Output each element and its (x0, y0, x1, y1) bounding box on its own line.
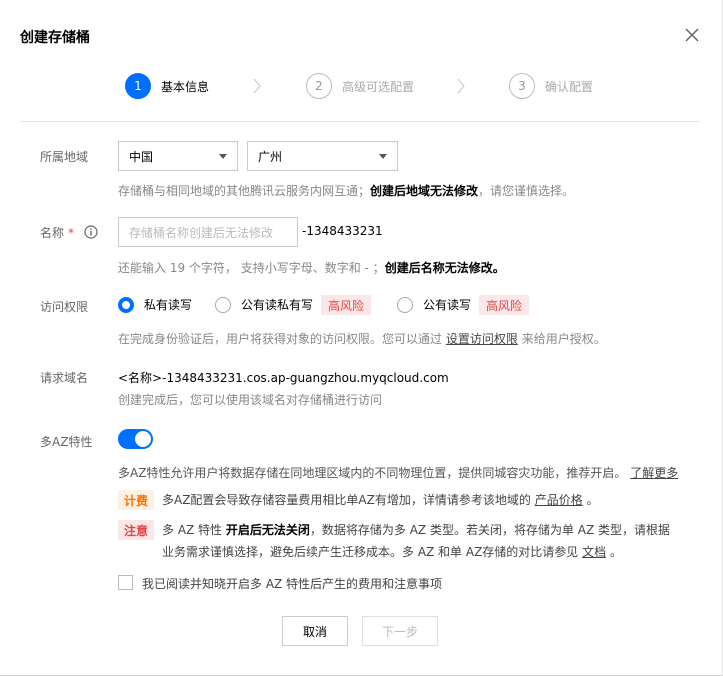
multi-az-toggle[interactable] (118, 429, 153, 449)
step-label: 高级可选配置 (342, 79, 415, 94)
high-risk-tag: 高风险 (479, 295, 530, 315)
note-text-line2: 业务需求谨慎选择，避免后续产生迁移成本。多 AZ 和单 AZ存储的对比请参见 文… (162, 545, 622, 559)
name-hint: 还能输入 19 个字符， 支持小写字母、数字和 - ；创建后名称无法修改。 (118, 261, 505, 275)
country-select[interactable]: 中国 (118, 141, 238, 171)
step-label: 基本信息 (161, 79, 210, 94)
country-value: 中国 (129, 149, 154, 164)
radio-dot (397, 296, 413, 313)
region-label: 所属地域 (40, 150, 89, 164)
next-button[interactable]: 下一步 (362, 616, 438, 646)
create-bucket-dialog: 创建存储桶 1 基本信息 2 高级可选配置 3 确认配置 所属地域 中国 广州 … (0, 0, 723, 676)
step-advanced: 2 高级可选配置 (306, 72, 414, 100)
caret-down-icon (379, 154, 387, 159)
learn-more-link[interactable]: 了解更多 (630, 466, 678, 480)
domain-hint: 创建完成后，您可以使用该域名对存储桶进行访问 (118, 393, 383, 407)
name-label: 名称 * (40, 224, 98, 242)
agree-label: 我已阅读并知晓开启多 AZ 特性后产生的费用和注意事项 (142, 577, 443, 591)
radio-label: 公有读写 (423, 298, 472, 312)
step-confirm: 3 确认配置 (509, 72, 593, 100)
step-label: 确认配置 (545, 79, 594, 94)
radio-public-read[interactable]: 公有读私有写 (215, 296, 313, 313)
step-number: 1 (125, 73, 151, 99)
step-number: 3 (509, 73, 535, 99)
set-access-link[interactable]: 设置访问权限 (446, 332, 518, 346)
fee-badge: 计费 (118, 490, 155, 510)
pricing-link[interactable]: 产品价格 (535, 493, 583, 507)
radio-label: 私有读写 (144, 298, 193, 312)
radio-label: 公有读私有写 (241, 298, 314, 312)
radio-dot (215, 296, 231, 313)
radio-public-read-write[interactable]: 公有读写 (397, 296, 471, 313)
city-select[interactable]: 广州 (247, 141, 398, 171)
chevron-right-icon (457, 78, 465, 94)
radio-dot (118, 296, 134, 313)
step-number: 2 (306, 73, 332, 99)
toggle-knob (135, 431, 151, 447)
divider (20, 121, 700, 122)
agree-checkbox[interactable] (118, 575, 133, 590)
domain-label: 请求域名 (40, 371, 89, 385)
caret-down-icon (219, 154, 227, 159)
stepper: 1 基本信息 2 高级可选配置 3 确认配置 (0, 72, 723, 102)
step-basic-info: 1 基本信息 (125, 72, 209, 100)
note-text-line1: 多 AZ 特性 开启后无法关闭，数据将存储为多 AZ 类型。若关闭，将存储为单 … (162, 523, 671, 537)
note-badge: 注意 (118, 520, 155, 540)
cancel-button[interactable]: 取消 (282, 616, 348, 646)
fee-text: 多AZ配置会导致存储容量费用相比单AZ有增加，详情请参考该地域的 产品价格 。 (162, 493, 599, 507)
close-icon[interactable] (684, 27, 704, 47)
chevron-right-icon (253, 78, 261, 94)
high-risk-tag: 高风险 (321, 295, 372, 315)
dialog-title: 创建存储桶 (20, 30, 90, 46)
city-value: 广州 (258, 149, 283, 164)
multi-az-label: 多AZ特性 (40, 435, 93, 449)
radio-private[interactable]: 私有读写 (118, 296, 192, 313)
info-icon[interactable] (84, 225, 98, 242)
required-mark: * (68, 226, 75, 240)
region-hint: 存储桶与相同地域的其他腾讯云服务内网互通；创建后地域无法修改，请您谨慎选择。 (118, 184, 575, 198)
appid-suffix: -1348433231 (302, 224, 383, 238)
access-label: 访问权限 (40, 300, 89, 314)
docs-link[interactable]: 文档 (582, 545, 606, 559)
multi-az-desc: 多AZ特性允许用户将数据存储在同地理区域内的不同物理位置，提供同城容灾功能，推荐… (118, 466, 679, 480)
access-hint: 在完成身份验证后，用户将获得对象的访问权限。您可以通过 设置访问权限 来给用户授… (118, 332, 606, 346)
domain-value: <名称>-1348433231.cos.ap-guangzhou.myqclou… (118, 371, 449, 385)
bucket-name-input[interactable]: 存储桶名称创建后无法修改 (118, 217, 298, 247)
